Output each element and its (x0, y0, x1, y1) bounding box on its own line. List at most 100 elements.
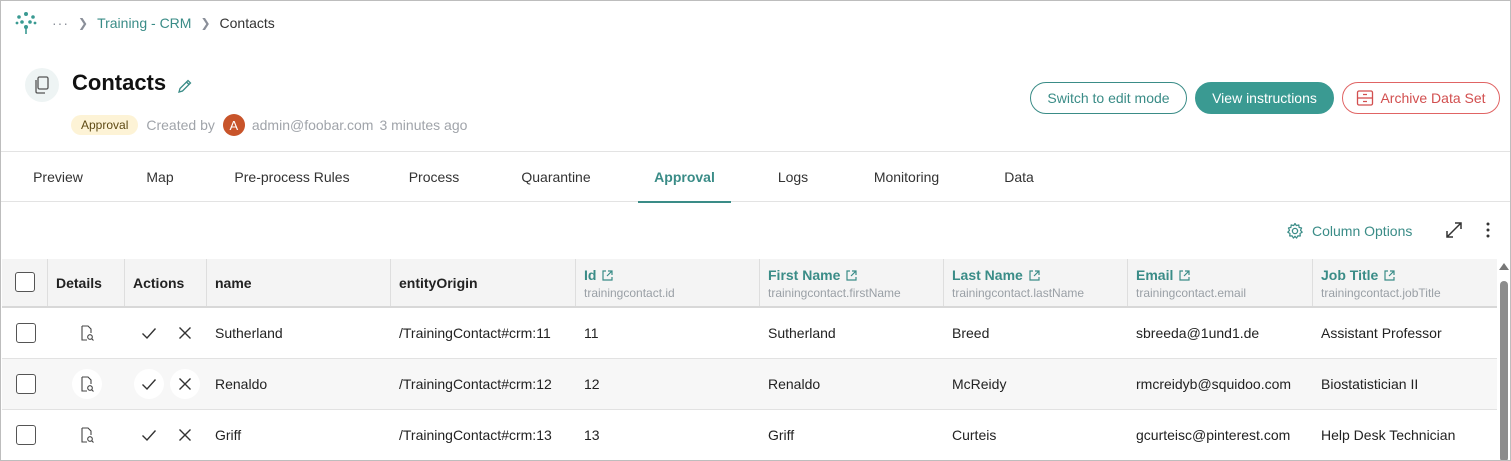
tab-logs[interactable]: Logs (762, 152, 824, 202)
cell-last-name: Breed (952, 325, 990, 341)
cell-name: Renaldo (215, 376, 268, 392)
page-title: Contacts (72, 70, 167, 95)
tab-bar: Preview Map Pre-process Rules Process Qu… (1, 152, 1510, 203)
column-title-id: Id (584, 267, 597, 283)
row-checkbox[interactable] (16, 374, 36, 394)
created-by-label: Created by (146, 117, 215, 133)
select-all-checkbox[interactable] (15, 272, 35, 292)
tab-map[interactable]: Map (129, 152, 191, 202)
header-select-cell (2, 259, 48, 306)
breadcrumb-ellipsis[interactable]: ··· (52, 15, 69, 31)
chevron-right-icon: ❯ (78, 16, 89, 30)
external-link-icon[interactable] (1179, 269, 1190, 281)
tab-pre-process-rules[interactable]: Pre-process Rules (221, 152, 363, 202)
column-header-email[interactable]: Email trainingcontact.email (1128, 259, 1313, 306)
tab-quarantine[interactable]: Quarantine (505, 152, 607, 202)
cell-id: 12 (584, 376, 600, 392)
tab-process[interactable]: Process (394, 152, 474, 202)
cell-job-title: Assistant Professor (1321, 325, 1442, 341)
tab-data[interactable]: Data (988, 152, 1050, 202)
view-instructions-button[interactable]: View instructions (1195, 82, 1334, 114)
breadcrumb-contacts: Contacts (219, 15, 275, 31)
pencil-icon[interactable] (177, 78, 193, 94)
column-title-job-title: Job Title (1321, 267, 1379, 283)
column-header-details: Details (48, 259, 125, 306)
external-link-icon[interactable] (846, 269, 857, 281)
column-title-first-name: First Name (768, 267, 841, 283)
column-header-job-title[interactable]: Job Title trainingcontact.jobTitle (1313, 259, 1497, 306)
cell-job-title: Help Desk Technician (1321, 427, 1456, 443)
column-header-actions: Actions (125, 259, 207, 306)
top-bar: ··· ❯ Training - CRM ❯ Contacts (1, 1, 1510, 46)
cell-id: 11 (584, 325, 599, 341)
approve-check-icon[interactable] (134, 369, 164, 399)
table-header: Details Actions name entityOrigin Id tra… (2, 259, 1497, 308)
avatar: A (222, 114, 245, 136)
cell-entity-origin: /TrainingContact#crm:13 (399, 427, 552, 443)
archive-icon (1357, 90, 1374, 106)
column-options-label: Column Options (1312, 223, 1413, 239)
breadcrumb: ··· ❯ Training - CRM ❯ Contacts (52, 15, 275, 31)
table-scrollbar[interactable] (1498, 263, 1510, 460)
cell-last-name: Curteis (952, 427, 997, 443)
app-window: ··· ❯ Training - CRM ❯ Contacts Contacts… (0, 0, 1511, 461)
column-header-name[interactable]: name (207, 259, 391, 306)
table-row[interactable]: Griff /TrainingContact#crm:13 13 Griff C… (2, 410, 1497, 460)
switch-edit-mode-button[interactable]: Switch to edit mode (1030, 82, 1187, 114)
reject-close-icon[interactable] (170, 420, 200, 450)
reject-close-icon[interactable] (170, 318, 200, 348)
cell-entity-origin: /TrainingContact#crm:12 (399, 376, 552, 392)
cell-email: gcurteisc@pinterest.com (1136, 427, 1291, 443)
approve-check-icon[interactable] (134, 420, 164, 450)
created-time: 3 minutes ago (379, 117, 468, 133)
cell-email: rmcreidyb@squidoo.com (1136, 376, 1292, 392)
details-icon[interactable] (72, 420, 102, 450)
external-link-icon[interactable] (1029, 269, 1040, 281)
gear-icon (1287, 222, 1303, 239)
column-sub-first-name: trainingcontact.firstName (768, 286, 901, 300)
archive-data-set-button[interactable]: Archive Data Set (1342, 82, 1500, 114)
details-icon[interactable] (72, 369, 102, 399)
scroll-up-arrow-icon[interactable] (1499, 263, 1509, 270)
column-sub-email: trainingcontact.email (1136, 286, 1247, 300)
cell-email: sbreeda@1und1.de (1136, 325, 1260, 341)
approve-check-icon[interactable] (134, 318, 164, 348)
copy-document-icon (35, 76, 49, 94)
column-header-first-name[interactable]: First Name trainingcontact.firstName (760, 259, 944, 306)
cell-first-name: Griff (768, 427, 795, 443)
scrollbar-thumb[interactable] (1500, 281, 1508, 460)
row-checkbox[interactable] (16, 323, 36, 343)
tab-approval[interactable]: Approval (638, 152, 731, 203)
dataset-meta: Approval Created by A admin@foobar.com 3… (71, 114, 467, 136)
column-sub-last-name: trainingcontact.lastName (952, 286, 1085, 300)
tab-monitoring[interactable]: Monitoring (856, 152, 957, 202)
reject-close-icon[interactable] (170, 369, 200, 399)
column-sub-id: trainingcontact.id (584, 286, 675, 300)
cell-id: 13 (584, 427, 600, 443)
tab-preview[interactable]: Preview (17, 152, 99, 202)
archive-button-label: Archive Data Set (1380, 90, 1486, 106)
column-header-id[interactable]: Id trainingcontact.id (576, 259, 760, 306)
row-checkbox[interactable] (16, 425, 36, 445)
status-badge: Approval (71, 115, 139, 135)
details-icon[interactable] (72, 318, 102, 348)
column-header-entity-origin[interactable]: entityOrigin (391, 259, 576, 306)
cell-entity-origin: /TrainingContact#crm:11 (399, 325, 551, 341)
more-options-icon[interactable] (1479, 221, 1497, 239)
cell-name: Griff (215, 427, 242, 443)
cell-last-name: McReidy (952, 376, 1007, 392)
cell-job-title: Biostatistician II (1321, 376, 1419, 392)
column-header-last-name[interactable]: Last Name trainingcontact.lastName (944, 259, 1128, 306)
cell-first-name: Sutherland (768, 325, 836, 341)
table-row[interactable]: Renaldo /TrainingContact#crm:12 12 Renal… (2, 359, 1497, 410)
cell-first-name: Renaldo (768, 376, 821, 392)
external-link-icon[interactable] (1384, 269, 1395, 281)
column-sub-job-title: trainingcontact.jobTitle (1321, 286, 1441, 300)
external-link-icon[interactable] (602, 269, 614, 281)
cell-name: Sutherland (215, 325, 283, 341)
expand-icon[interactable] (1445, 221, 1463, 239)
breadcrumb-training-crm[interactable]: Training - CRM (97, 15, 191, 31)
column-options-button[interactable]: Column Options (1286, 222, 1412, 240)
app-logo-icon[interactable] (13, 10, 39, 36)
table-row[interactable]: Sutherland /TrainingContact#crm:11 11 Su… (2, 308, 1497, 359)
